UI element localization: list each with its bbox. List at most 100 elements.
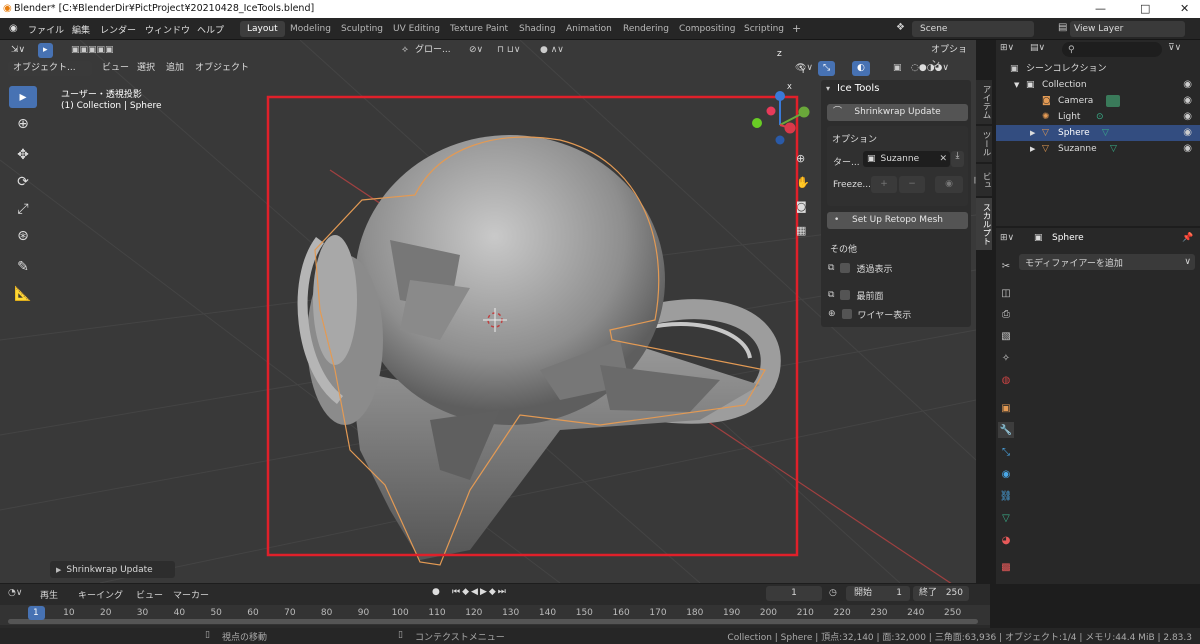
display-mode-icon[interactable]: ▤∨ (1030, 43, 1045, 53)
pin-icon[interactable]: 📌 (1182, 233, 1193, 243)
panel-expand-icon[interactable]: ▾ (826, 84, 830, 93)
proportional-edit-icon[interactable]: ● ∧∨ (535, 43, 569, 58)
menu-window[interactable]: ウィンドウ (145, 23, 190, 36)
set-up-retopo-mesh-button[interactable]: • Set Up Retopo Mesh (827, 212, 968, 229)
shading-mode-icons[interactable]: ◌●◑◕∨ (906, 61, 954, 76)
render-properties-icon[interactable]: ◫ (998, 285, 1014, 301)
current-frame-field[interactable]: 1 (766, 586, 822, 601)
scene-selector[interactable]: Scene (912, 21, 1034, 37)
properties-editor-icon[interactable]: ⊞∨ (1000, 233, 1014, 243)
mode-dropdown[interactable]: オブジェクト... (8, 61, 92, 76)
scene-properties-icon[interactable]: ✧ (998, 350, 1014, 366)
xray-checkbox-row[interactable]: ⧉ 透過表示 (828, 261, 892, 275)
tab-modeling[interactable]: Modeling (283, 21, 338, 37)
shrinkwrap-update-button[interactable]: ⌒ Shrinkwrap Update (827, 104, 968, 121)
in-front-checkbox[interactable] (840, 290, 851, 300)
menu-view[interactable]: ビュー (97, 61, 134, 76)
tab-sculpting[interactable]: Sculpting (334, 21, 390, 37)
select-box-tool-icon[interactable]: ▸ (9, 86, 37, 108)
tab-uv-editing[interactable]: UV Editing (386, 21, 447, 37)
transform-tool-icon[interactable]: ⊛ (9, 225, 37, 247)
tab-texture-paint[interactable]: Texture Paint (443, 21, 515, 37)
suzanne-visibility-icon[interactable]: ◉ (1183, 141, 1192, 157)
measure-tool-icon[interactable]: 📐 (9, 283, 37, 305)
output-properties-icon[interactable]: ⎙ (998, 306, 1014, 322)
particles-properties-icon[interactable]: ⤡ (998, 444, 1014, 460)
navigation-gizmo[interactable] (752, 91, 810, 145)
end-frame-field[interactable]: 終了 250 (913, 586, 969, 601)
world-properties-icon[interactable]: ◍ (998, 372, 1014, 388)
maximize-button[interactable]: □ (1140, 2, 1150, 15)
transform-orientation-dropdown[interactable]: グロー... (410, 43, 456, 58)
close-button[interactable]: ✕ (1180, 2, 1189, 15)
timeline-menu-marker[interactable]: マーカー (173, 588, 209, 601)
tab-scripting[interactable]: Scripting (737, 21, 791, 37)
outliner-item-light[interactable]: ✺ Light ⊙ ◉ (996, 109, 1200, 125)
add-workspace-button[interactable]: + (785, 21, 808, 37)
outliner-search-input[interactable]: ⚲ (1062, 42, 1162, 57)
timeline-menu-playback[interactable]: 再生 (40, 588, 58, 601)
wireframe-checkbox-row[interactable]: ⊕ ワイヤー表示 (828, 307, 911, 321)
cursor-tool-icon[interactable]: ⊕ (9, 113, 37, 135)
outliner-editor-icon[interactable]: ⊞∨ (1000, 43, 1014, 53)
timeline-editor-icon[interactable]: ◔∨ (8, 588, 22, 598)
scale-tool-icon[interactable]: ⤢ (9, 198, 37, 220)
modifier-properties-icon[interactable]: 🔧 (998, 422, 1014, 438)
menu-object[interactable]: オブジェクト (190, 61, 254, 76)
freeze-remove-button[interactable]: − (899, 176, 925, 193)
filter-icon[interactable]: ⊽∨ (1168, 43, 1181, 53)
pan-hand-icon[interactable]: ✋ (796, 176, 810, 189)
tab-tool[interactable]: ツール (976, 126, 992, 162)
viewport-visibility-icon[interactable]: 👁∨ (790, 61, 818, 76)
rotate-tool-icon[interactable]: ⟳ (9, 171, 37, 193)
timeline-scrollbar[interactable] (8, 619, 978, 624)
collection-visibility-icon[interactable]: ◉ (1183, 77, 1192, 93)
outliner-item-suzanne[interactable]: ▶ ▽ Suzanne ▽ ◉ (996, 141, 1200, 157)
freeze-add-button[interactable]: + (871, 176, 897, 193)
move-tool-icon[interactable]: ✥ (9, 144, 37, 166)
xray-icon[interactable]: ▣ (888, 61, 907, 76)
material-properties-icon[interactable]: ◕ (998, 532, 1014, 548)
tab-sculpt[interactable]: スカルプト (976, 198, 992, 250)
target-download-icon[interactable]: ⤓ (951, 151, 964, 167)
data-properties-icon[interactable]: ▽ (998, 510, 1014, 526)
select-tool-icon[interactable]: ▸ (38, 43, 53, 58)
editor-type-icon[interactable]: ⇲∨ (6, 43, 30, 58)
wireframe-checkbox[interactable] (841, 309, 852, 319)
physics-properties-icon[interactable]: ◉ (998, 466, 1014, 482)
clear-target-icon[interactable]: ✕ (939, 154, 947, 164)
playback-controls[interactable]: ⏮◆◀▶◆⏭ (452, 587, 508, 597)
view-layer-properties-icon[interactable]: ▧ (998, 328, 1014, 344)
options-dropdown[interactable]: オプション (926, 43, 976, 70)
object-properties-icon[interactable]: ▣ (998, 400, 1014, 416)
last-operator-panel[interactable]: ▶ Shrinkwrap Update (50, 561, 175, 578)
blender-menu-icon[interactable]: ◉ (9, 23, 18, 34)
in-front-checkbox-row[interactable]: ⧉ 最前面 (828, 288, 883, 302)
start-frame-field[interactable]: 開始 1 (846, 586, 910, 601)
texture-properties-icon[interactable]: ▩ (998, 559, 1014, 575)
gizmo-toggle-icon[interactable]: ⤡ (818, 61, 836, 76)
tab-rendering[interactable]: Rendering (616, 21, 676, 37)
menu-help[interactable]: ヘルプ (197, 23, 224, 36)
annotate-tool-icon[interactable]: ✎ (9, 256, 37, 278)
tab-layout[interactable]: Layout (240, 21, 285, 37)
scene-collection-row[interactable]: ▣ シーンコレクション (996, 61, 1200, 77)
light-visibility-icon[interactable]: ◉ (1183, 109, 1192, 125)
menu-add[interactable]: 追加 (161, 61, 189, 76)
minimize-button[interactable]: — (1095, 2, 1106, 15)
menu-edit[interactable]: 編集 (72, 23, 90, 36)
tab-item[interactable]: アイテム (976, 80, 992, 124)
menu-render[interactable]: レンダー (100, 23, 136, 36)
sphere-visibility-icon[interactable]: ◉ (1183, 125, 1192, 141)
pivot-icon[interactable]: ⊘∨ (464, 43, 488, 58)
timeline-menu-keying[interactable]: キーイング (78, 588, 123, 601)
freeze-visibility-icon[interactable]: ◉ (935, 176, 963, 193)
overlay-toggle-icon[interactable]: ◐ (852, 61, 870, 76)
tab-animation[interactable]: Animation (559, 21, 619, 37)
camera-visibility-icon[interactable]: ◉ (1183, 93, 1192, 109)
zoom-icon[interactable]: ⊕ (796, 152, 805, 165)
tool-properties-icon[interactable]: ✂ (998, 258, 1014, 274)
xray-checkbox[interactable] (840, 263, 851, 273)
tab-compositing[interactable]: Compositing (672, 21, 742, 37)
outliner-item-sphere[interactable]: ▶ ▽ Sphere ▽ ◉ (996, 125, 1200, 141)
